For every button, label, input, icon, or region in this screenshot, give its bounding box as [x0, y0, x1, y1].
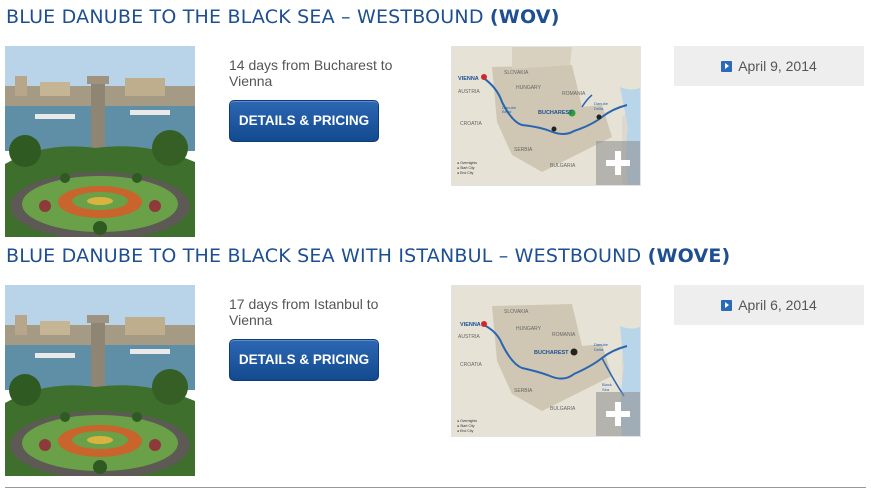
svg-text:VIENNA: VIENNA: [460, 322, 481, 328]
svg-text:● Overnights: ● Overnights: [457, 419, 477, 423]
cruise-description: 17 days from Istanbul to Vienna: [229, 296, 379, 328]
svg-text:HUNGARY: HUNGARY: [516, 326, 542, 332]
svg-text:HUNGARY: HUNGARY: [516, 85, 542, 91]
cruise-title[interactable]: BLUE DANUBE TO THE BLACK SEA WITH ISTANB…: [6, 245, 730, 267]
cruise-title[interactable]: BLUE DANUBE TO THE BLACK SEA – WESTBOUND…: [6, 6, 560, 28]
play-icon: [721, 60, 733, 72]
svg-text:● Overnights: ● Overnights: [457, 161, 477, 165]
svg-text:CROATIA: CROATIA: [460, 121, 483, 127]
route-map[interactable]: SLOVAKIA AUSTRIA HUNGARY ROMANIA CROATIA…: [451, 285, 641, 437]
svg-text:BULGARIA: BULGARIA: [550, 406, 576, 412]
chain-bridge-photo[interactable]: [5, 46, 195, 237]
chain-bridge-photo[interactable]: [5, 285, 195, 476]
svg-text:CROATIA: CROATIA: [460, 362, 483, 368]
cruise-listing: BLUE DANUBE TO THE BLACK SEA WITH ISTANB…: [0, 245, 871, 485]
cruise-listing: BLUE DANUBE TO THE BLACK SEA – WESTBOUND…: [0, 6, 871, 246]
svg-text:AUSTRIA: AUSTRIA: [458, 334, 480, 340]
svg-text:SERBIA: SERBIA: [514, 388, 533, 394]
cruise-description: 14 days from Bucharest to Vienna: [229, 57, 393, 89]
divider: [5, 487, 866, 488]
departure-date[interactable]: April 6, 2014: [674, 285, 864, 325]
svg-text:● End City: ● End City: [457, 429, 474, 433]
route-map[interactable]: SLOVAKIA AUSTRIA HUNGARY ROMANIA CROATIA…: [451, 46, 641, 186]
departure-date-label[interactable]: April 6, 2014: [738, 297, 817, 313]
svg-text:VIENNA: VIENNA: [458, 76, 479, 82]
svg-text:ROMANIA: ROMANIA: [552, 332, 576, 338]
svg-text:● End City: ● End City: [457, 171, 474, 175]
cruise-code[interactable]: (WOVE): [648, 245, 731, 267]
svg-text:SLOVAKIA: SLOVAKIA: [504, 309, 529, 315]
details-pricing-button[interactable]: DETAILS & PRICING: [229, 100, 379, 142]
photo-image: [5, 285, 195, 476]
departure-date-label[interactable]: April 9, 2014: [738, 58, 817, 74]
svg-text:Delta: Delta: [594, 347, 604, 352]
svg-text:SLOVAKIA: SLOVAKIA: [504, 70, 529, 76]
svg-text:● Start City: ● Start City: [457, 424, 475, 428]
svg-text:Delta: Delta: [594, 106, 604, 111]
svg-text:BUCHAREST: BUCHAREST: [534, 350, 569, 356]
svg-text:ROMANIA: ROMANIA: [562, 91, 586, 97]
details-pricing-button[interactable]: DETAILS & PRICING: [229, 339, 379, 381]
cruise-code[interactable]: (WOV): [490, 6, 560, 28]
photo-image: [5, 46, 195, 237]
plus-icon[interactable]: [596, 141, 640, 185]
cruise-title-text[interactable]: BLUE DANUBE TO THE BLACK SEA – WESTBOUND: [6, 6, 484, 28]
svg-text:BULGARIA: BULGARIA: [550, 163, 576, 169]
departure-date[interactable]: April 9, 2014: [674, 46, 864, 86]
svg-text:Bend: Bend: [502, 109, 511, 114]
cruise-title-text[interactable]: BLUE DANUBE TO THE BLACK SEA WITH ISTANB…: [6, 245, 641, 267]
svg-text:SERBIA: SERBIA: [514, 147, 533, 153]
svg-text:BUCHAREST: BUCHAREST: [538, 110, 573, 116]
svg-text:AUSTRIA: AUSTRIA: [458, 89, 480, 95]
svg-text:● Start City: ● Start City: [457, 166, 475, 170]
plus-icon[interactable]: [596, 392, 640, 436]
play-icon: [721, 299, 733, 311]
